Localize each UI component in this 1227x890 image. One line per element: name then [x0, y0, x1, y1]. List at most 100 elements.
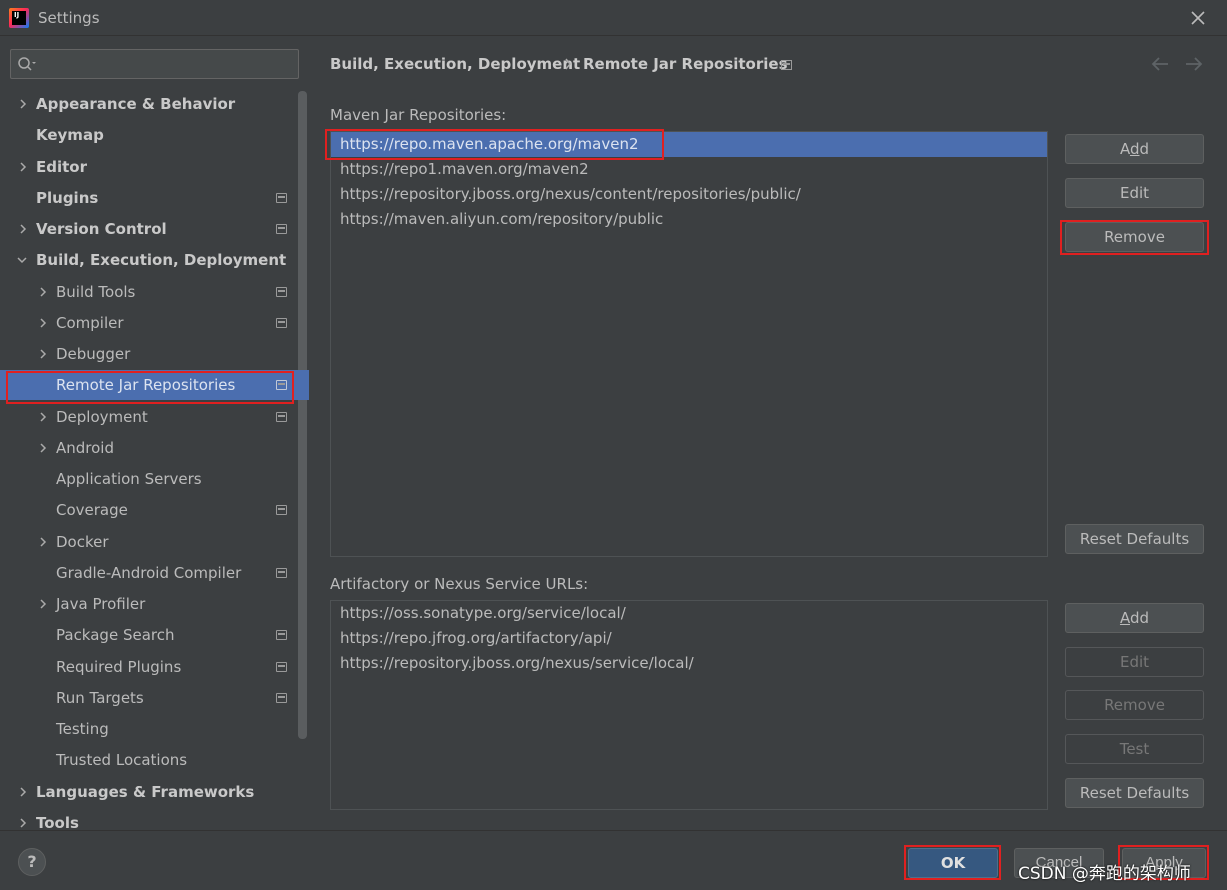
forward-arrow-icon[interactable]	[1184, 55, 1204, 73]
sidebar-item-docker[interactable]: Docker	[0, 527, 298, 557]
chevron-right-icon[interactable]	[38, 443, 48, 453]
sidebar-item-android[interactable]: Android	[0, 433, 298, 463]
sidebar-item-label: Appearance & Behavior	[36, 95, 236, 113]
sidebar-item-plugins[interactable]: Plugins	[0, 183, 298, 213]
chevron-right-icon[interactable]	[38, 412, 48, 422]
watermark-text: CSDN @奔跑的架构师	[1018, 864, 1191, 884]
maven-url-row[interactable]: https://repository.jboss.org/nexus/conte…	[331, 182, 1047, 207]
chevron-right-icon[interactable]	[38, 349, 48, 359]
chevron-right-icon[interactable]	[18, 787, 28, 797]
window-title: Settings	[38, 9, 100, 27]
sidebar-item-label: Java Profiler	[56, 595, 146, 613]
sidebar-item-gradle-android-compiler[interactable]: Gradle-Android Compiler	[0, 558, 298, 588]
sidebar-item-label: Coverage	[56, 501, 128, 519]
maven-repositories-label: Maven Jar Repositories:	[330, 106, 507, 124]
sidebar-item-label: Tools	[36, 814, 79, 830]
sidebar-item-run-targets[interactable]: Run Targets	[0, 683, 298, 713]
project-settings-icon	[276, 505, 287, 515]
chevron-right-icon[interactable]	[38, 287, 48, 297]
artifactory-url-row[interactable]: https://oss.sonatype.org/service/local/	[331, 601, 1047, 626]
breadcrumb-parent: Build, Execution, Deployment	[330, 55, 581, 73]
project-settings-icon	[276, 568, 287, 578]
sidebar-item-trusted-locations[interactable]: Trusted Locations	[0, 745, 298, 775]
sidebar-item-label: Debugger	[56, 345, 131, 363]
artifactory-url-row[interactable]: https://repository.jboss.org/nexus/servi…	[331, 651, 1047, 676]
sidebar-item-compiler[interactable]: Compiler	[0, 308, 298, 338]
sidebar-item-languages-frameworks[interactable]: Languages & Frameworks	[0, 777, 298, 807]
sidebar-item-appearance-behavior[interactable]: Appearance & Behavior	[0, 89, 298, 119]
chevron-right-icon[interactable]	[38, 599, 48, 609]
maven-reset-defaults-button[interactable]: Reset Defaults	[1065, 524, 1204, 554]
sidebar-item-label: Required Plugins	[56, 658, 182, 676]
chevron-right-icon	[565, 58, 571, 70]
sidebar-item-label: Version Control	[36, 220, 167, 238]
artifactory-reset-defaults-button[interactable]: Reset Defaults	[1065, 778, 1204, 808]
artifactory-edit-button[interactable]: Edit	[1065, 647, 1204, 677]
dialog-footer: ? OK Cancel Apply CSDN @奔跑的架构师	[0, 830, 1227, 890]
chevron-right-icon[interactable]	[18, 162, 28, 172]
chevron-down-icon[interactable]	[17, 255, 27, 265]
chevron-right-icon[interactable]	[18, 818, 28, 828]
highlight-annotation	[1060, 220, 1209, 255]
sidebar-item-tools[interactable]: Tools	[0, 808, 298, 830]
sidebar-item-package-search[interactable]: Package Search	[0, 620, 298, 650]
artifactory-url-row[interactable]: https://repo.jfrog.org/artifactory/api/	[331, 626, 1047, 651]
sidebar-item-label: Gradle-Android Compiler	[56, 564, 242, 582]
settings-search-input[interactable]	[10, 49, 299, 79]
sidebar-item-testing[interactable]: Testing	[0, 714, 298, 744]
artifactory-urls-label: Artifactory or Nexus Service URLs:	[330, 575, 589, 593]
sidebar-item-deployment[interactable]: Deployment	[0, 402, 298, 432]
sidebar-item-debugger[interactable]: Debugger	[0, 339, 298, 369]
sidebar-item-version-control[interactable]: Version Control	[0, 214, 298, 244]
sidebar-item-label: Keymap	[36, 126, 104, 144]
project-settings-icon	[276, 193, 287, 203]
sidebar-item-build-tools[interactable]: Build Tools	[0, 277, 298, 307]
artifactory-urls-list[interactable]: https://oss.sonatype.org/service/local/ …	[330, 600, 1048, 810]
sidebar-item-build-execution-deployment[interactable]: Build, Execution, Deployment	[0, 245, 298, 275]
sidebar-item-label: Build, Execution, Deployment	[36, 251, 287, 269]
sidebar-item-label: Run Targets	[56, 689, 144, 707]
sidebar-item-label: Plugins	[36, 189, 99, 207]
project-settings-icon	[276, 318, 287, 328]
chevron-right-icon[interactable]	[18, 99, 28, 109]
sidebar-item-application-servers[interactable]: Application Servers	[0, 464, 298, 494]
sidebar-item-label: Android	[56, 439, 114, 457]
sidebar-item-label: Build Tools	[56, 283, 136, 301]
sidebar-item-coverage[interactable]: Coverage	[0, 495, 298, 525]
highlight-annotation	[325, 129, 664, 160]
artifactory-add-button[interactable]: Add	[1065, 603, 1204, 633]
title-bar: IJ Settings	[0, 0, 1227, 36]
help-icon[interactable]: ?	[18, 848, 46, 876]
chevron-right-icon[interactable]	[38, 537, 48, 547]
project-settings-icon	[276, 630, 287, 640]
intellij-app-icon: IJ	[9, 8, 29, 28]
sidebar-scrollbar[interactable]	[298, 91, 307, 739]
sidebar-item-label: Deployment	[56, 408, 148, 426]
search-icon	[18, 57, 36, 71]
project-settings-icon	[276, 662, 287, 672]
sidebar-item-label: Application Servers	[56, 470, 202, 488]
maven-edit-button[interactable]: Edit	[1065, 178, 1204, 208]
sidebar-item-label: Docker	[56, 533, 109, 551]
artifactory-remove-button[interactable]: Remove	[1065, 690, 1204, 720]
back-arrow-icon[interactable]	[1150, 55, 1170, 73]
maven-add-button[interactable]: Add	[1065, 134, 1204, 164]
maven-url-row[interactable]: https://repo1.maven.org/maven2	[331, 157, 1047, 182]
chevron-right-icon[interactable]	[18, 224, 28, 234]
project-settings-icon	[781, 60, 792, 70]
sidebar-item-java-profiler[interactable]: Java Profiler	[0, 589, 298, 619]
close-icon[interactable]	[1187, 7, 1209, 29]
sidebar-item-keymap[interactable]: Keymap	[0, 120, 298, 150]
sidebar-item-label: Testing	[56, 720, 109, 738]
maven-url-row[interactable]: https://maven.aliyun.com/repository/publ…	[331, 207, 1047, 232]
sidebar-item-label: Editor	[36, 158, 87, 176]
maven-repositories-list[interactable]: https://repo.maven.apache.org/maven2 htt…	[330, 131, 1048, 557]
highlight-annotation	[6, 371, 294, 404]
project-settings-icon	[276, 693, 287, 703]
project-settings-icon	[276, 287, 287, 297]
highlight-annotation	[904, 845, 1001, 880]
artifactory-test-button[interactable]: Test	[1065, 734, 1204, 764]
sidebar-item-required-plugins[interactable]: Required Plugins	[0, 652, 298, 682]
sidebar-item-editor[interactable]: Editor	[0, 152, 298, 182]
chevron-right-icon[interactable]	[38, 318, 48, 328]
